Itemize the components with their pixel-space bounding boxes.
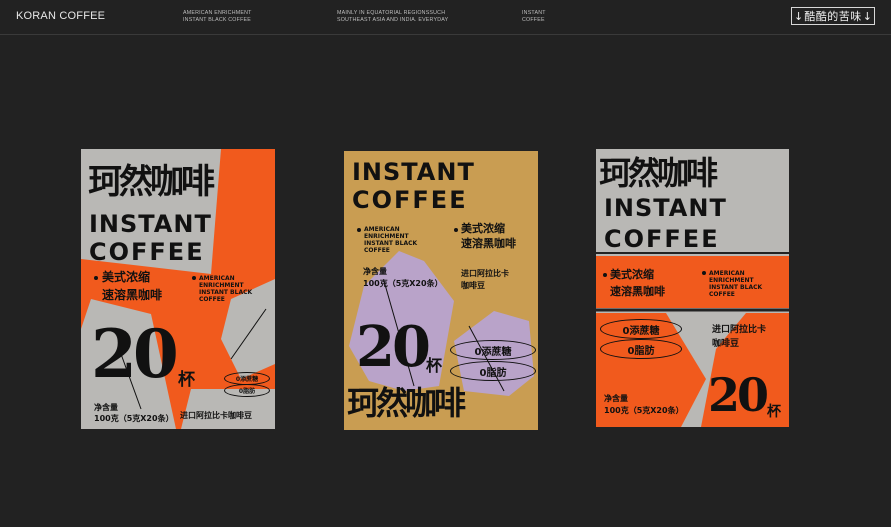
bullet-icon bbox=[192, 276, 196, 280]
poster-3-instant: INSTANT bbox=[604, 194, 727, 222]
poster-3-unit: 杯 bbox=[767, 404, 781, 420]
poster-3-desc-cn-1: 美式浓缩 bbox=[610, 268, 654, 281]
poster-2-count: 20 bbox=[356, 314, 431, 380]
poster-2-instant: INSTANT bbox=[352, 158, 475, 186]
poster-1-desc-en: AMERICAN ENRICHMENT INSTANT BLACK COFFEE bbox=[199, 275, 253, 303]
poster-3-desc-cn-2: 速溶黑咖啡 bbox=[610, 285, 665, 298]
poster-1-desc-cn-1: 美式浓缩 bbox=[102, 270, 151, 284]
bullet-icon bbox=[94, 276, 98, 280]
poster-3-origin: 进口阿拉比卡 咖啡豆 bbox=[712, 325, 767, 349]
poster-3-coffee: COFFEE bbox=[604, 225, 720, 253]
poster-1-count: 20 bbox=[91, 315, 179, 393]
poster-1-net-value: 100克（5克X20条） bbox=[94, 414, 174, 423]
poster-2-desc-cn-2: 速溶黑咖啡 bbox=[461, 237, 516, 250]
arrow-down-icon: ↓ bbox=[862, 9, 872, 23]
poster-1-coffee: COFFEE bbox=[89, 238, 205, 266]
bullet-icon bbox=[702, 271, 706, 275]
nav-item-regions[interactable]: MAINLY IN EQUATORIAL REGIONSSUCH SOUTHEA… bbox=[337, 10, 448, 24]
poster-1-brand-cn: 珂然咖啡 bbox=[88, 162, 215, 202]
poster-3-sugar-badge: 0添蔗糖 bbox=[600, 319, 682, 339]
poster-2-desc-en: AMERICAN ENRICHMENT INSTANT BLACK COFFEE bbox=[364, 226, 418, 254]
top-bar: KORAN COFFEE AMERICAN ENRICHMENT INSTANT… bbox=[0, 0, 891, 35]
poster-2-unit: 杯 bbox=[426, 356, 443, 375]
poster-1-instant: INSTANT bbox=[89, 210, 212, 238]
poster-3-count: 20 bbox=[708, 368, 769, 422]
poster-1-net-label: 净含量 bbox=[94, 403, 118, 412]
nav-item-american[interactable]: AMERICAN ENRICHMENT INSTANT BLACK COFFEE bbox=[183, 10, 252, 24]
poster-1-origin: 进口阿拉比卡咖啡豆 bbox=[180, 411, 252, 420]
poster-2-sugar-badge: 0添蔗糖 bbox=[450, 340, 536, 360]
nav-item-instant[interactable]: INSTANT COFFEE bbox=[522, 10, 546, 24]
poster-3-net-value: 100克（5克X20条） bbox=[604, 406, 684, 415]
poster-3-brand-cn: 珂然咖啡 bbox=[599, 154, 718, 192]
bullet-icon bbox=[603, 273, 607, 277]
poster-2-coffee: COFFEE bbox=[352, 186, 468, 214]
poster-2-origin: 进口阿拉比卡 咖啡豆 bbox=[461, 269, 509, 290]
poster-1-fat-badge: 0脂肪 bbox=[224, 384, 270, 397]
brand-name[interactable]: KORAN COFFEE bbox=[16, 10, 105, 22]
poster-2-desc-cn-1: 美式浓缩 bbox=[461, 222, 505, 235]
title-text: 酷酷的苦味 bbox=[804, 10, 862, 23]
poster-2[interactable]: INSTANT COFFEE AMERICAN ENRICHMENT INSTA… bbox=[344, 151, 538, 430]
bullet-icon bbox=[454, 228, 458, 232]
bullet-icon bbox=[357, 228, 361, 232]
poster-2-net-label: 净含量 bbox=[363, 267, 387, 276]
poster-3-fat-badge: 0脂肪 bbox=[600, 339, 682, 359]
poster-2-net-value: 100克（5克X20条） bbox=[363, 279, 443, 288]
poster-2-brand-cn: 珂然咖啡 bbox=[347, 384, 466, 422]
poster-1-unit: 杯 bbox=[178, 370, 195, 390]
poster-3-net-label: 净含量 bbox=[604, 394, 628, 403]
poster-3[interactable]: 珂然咖啡 INSTANT COFFEE 美式浓缩 速溶黑咖啡 AMERICAN … bbox=[596, 149, 789, 427]
poster-2-fat-badge: 0脂肪 bbox=[450, 361, 536, 381]
poster-1-desc-cn-2: 速溶黑咖啡 bbox=[102, 288, 163, 302]
poster-3-desc-en: AMERICAN ENRICHMENT INSTANT BLACK COFFEE bbox=[709, 270, 763, 298]
arrow-down-icon: ↓ bbox=[794, 9, 804, 23]
title-badge[interactable]: ↓ 酷酷的苦味 ↓ bbox=[791, 7, 875, 25]
poster-1[interactable]: 珂然咖啡 INSTANT COFFEE 美式浓缩 速溶黑咖啡 AMERICAN … bbox=[81, 149, 275, 429]
